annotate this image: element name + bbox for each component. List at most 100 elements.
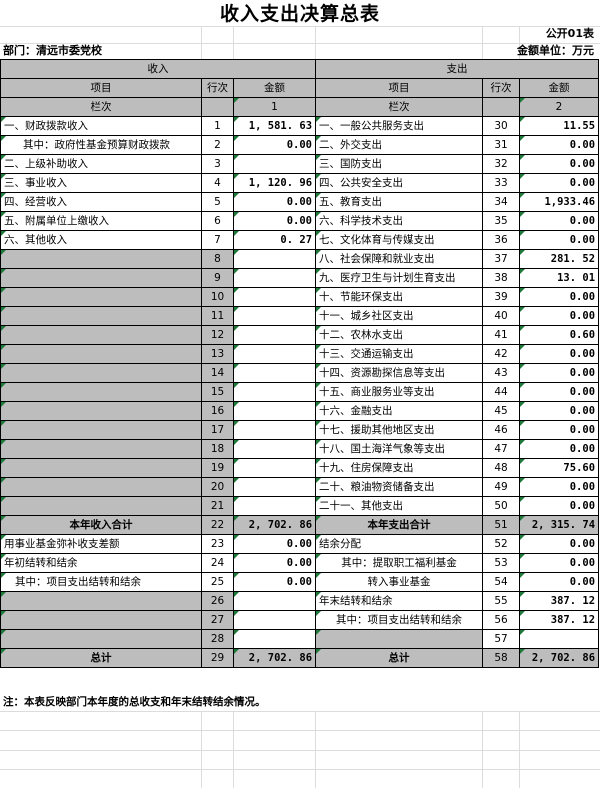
income-item <box>0 268 202 288</box>
table-row: 13 十三、交通运输支出 42 0.00 <box>0 344 600 364</box>
income-amount: 0.00 <box>232 192 317 212</box>
income-amount: 0. 27 <box>232 230 317 250</box>
item-column-header: 项目 <box>315 78 484 98</box>
income-amount <box>232 325 317 345</box>
gridline <box>315 711 316 788</box>
expense-amount: 281. 52 <box>519 249 600 269</box>
income-row-number: 20 <box>201 477 234 497</box>
gridline <box>519 711 520 788</box>
income-item: 五、附属单位上缴收入 <box>0 211 202 231</box>
section-header-row: 收入 支出 <box>0 59 600 79</box>
expense-item: 十一、城乡社区支出 <box>315 306 484 326</box>
table-row: 本年收入合计 22 2, 702. 86 本年支出合计 51 2, 315. 74 <box>0 515 600 535</box>
gridline <box>233 711 234 788</box>
table-row: 一、财政拨款收入 1 1, 581. 63 一、一般公共服务支出 30 11.55 <box>0 116 600 136</box>
expense-amount: 0.00 <box>519 135 600 155</box>
table-row: 16 十六、金融支出 45 0.00 <box>0 401 600 421</box>
income-amount <box>232 420 317 440</box>
income-item <box>0 344 202 364</box>
expense-row-number: 44 <box>482 382 521 402</box>
gridline <box>0 711 600 712</box>
expense-amount: 11.55 <box>519 116 600 136</box>
expense-row-number: 33 <box>482 173 521 193</box>
income-item <box>0 496 202 516</box>
expense-item: 年末结转和结余 <box>315 591 484 611</box>
income-item: 用事业基金弥补收支差额 <box>0 534 202 554</box>
income-amount: 0.00 <box>232 572 317 592</box>
expense-row-number: 37 <box>482 249 521 269</box>
expense-item: 二、外交支出 <box>315 135 484 155</box>
item-column-header: 项目 <box>0 78 202 98</box>
expense-amount: 387. 12 <box>519 610 600 630</box>
page-title: 收入支出决算总表 <box>219 3 380 25</box>
expense-row-number: 31 <box>482 135 521 155</box>
income-item <box>0 382 202 402</box>
amount-column-header: 金额 <box>519 78 600 98</box>
table-row: 15 十五、商业服务业等支出 44 0.00 <box>0 382 600 402</box>
expense-row-number: 53 <box>482 553 521 573</box>
spreadsheet-page: 收入支出决算总表 公开01表 部门：清远市委党校 金额单位：万元 收入 支出 项… <box>0 0 600 788</box>
income-row-number: 3 <box>201 154 234 174</box>
column-header-row: 项目 行次 金额 项目 行次 金额 <box>0 78 600 98</box>
expense-item: 六、科学技术支出 <box>315 211 484 231</box>
expense-row-number: 34 <box>482 192 521 212</box>
column-index-label: 栏次 <box>315 97 484 117</box>
income-item <box>0 287 202 307</box>
table-row: 四、经营收入 5 0.00 五、教育支出 34 1,933.46 <box>0 192 600 212</box>
income-row-number: 23 <box>201 534 234 554</box>
income-row-number: 2 <box>201 135 234 155</box>
income-item <box>0 325 202 345</box>
table-row: 二、上级补助收入 3 三、国防支出 32 0.00 <box>0 154 600 174</box>
footnote: 注：本表反映部门本年度的总收支和年末结转结余情况。 <box>3 696 266 708</box>
income-item <box>0 458 202 478</box>
income-row-number: 15 <box>201 382 234 402</box>
expense-amount: 2, 702. 86 <box>519 648 600 668</box>
table-row: 其中：项目支出结转和结余 25 0.00 转入事业基金 54 0.00 <box>0 572 600 592</box>
expense-amount: 387. 12 <box>519 591 600 611</box>
row-number-column-header: 行次 <box>482 78 521 98</box>
empty-cell <box>201 97 234 117</box>
form-code: 公开01表 <box>545 27 594 40</box>
expense-amount: 0.00 <box>519 382 600 402</box>
expense-item: 十九、住房保障支出 <box>315 458 484 478</box>
table-body: 一、财政拨款收入 1 1, 581. 63 一、一般公共服务支出 30 11.55 其中：政… <box>0 116 600 668</box>
income-section-header: 收入 <box>0 59 317 79</box>
gridline <box>201 26 202 59</box>
income-amount <box>232 363 317 383</box>
income-row-number: 6 <box>201 211 234 231</box>
table-row: 六、其他收入 7 0. 27 七、文化体育与传媒支出 36 0.00 <box>0 230 600 250</box>
income-item <box>0 610 202 630</box>
income-row-number: 25 <box>201 572 234 592</box>
amount-unit: 金额单位：万元 <box>517 44 594 57</box>
income-row-number: 28 <box>201 629 234 649</box>
expense-item: 一、一般公共服务支出 <box>315 116 484 136</box>
column-index-2: 2 <box>519 97 600 117</box>
expense-amount: 13. 01 <box>519 268 600 288</box>
income-row-number: 29 <box>201 648 234 668</box>
expense-item: 八、社会保障和就业支出 <box>315 249 484 269</box>
income-row-number: 24 <box>201 553 234 573</box>
expense-section-header: 支出 <box>315 59 600 79</box>
income-item: 二、上级补助收入 <box>0 154 202 174</box>
income-amount <box>232 344 317 364</box>
income-item <box>0 306 202 326</box>
expense-item: 总计 <box>315 648 484 668</box>
expense-amount <box>519 629 600 649</box>
department-label: 部门：清远市委党校 <box>3 44 102 57</box>
expense-item: 七、文化体育与传媒支出 <box>315 230 484 250</box>
income-row-number: 8 <box>201 249 234 269</box>
gridline <box>0 769 600 770</box>
income-item: 一、财政拨款收入 <box>0 116 202 136</box>
expense-row-number: 46 <box>482 420 521 440</box>
expense-row-number: 30 <box>482 116 521 136</box>
expense-row-number: 41 <box>482 325 521 345</box>
income-row-number: 17 <box>201 420 234 440</box>
gridline <box>0 26 600 27</box>
expense-amount: 0.00 <box>519 534 600 554</box>
income-amount <box>232 268 317 288</box>
income-row-number: 22 <box>201 515 234 535</box>
expense-amount: 0.00 <box>519 496 600 516</box>
table-row: 五、附属单位上缴收入 6 0.00 六、科学技术支出 35 0.00 <box>0 211 600 231</box>
gridline <box>0 730 600 731</box>
expense-amount: 0.00 <box>519 420 600 440</box>
